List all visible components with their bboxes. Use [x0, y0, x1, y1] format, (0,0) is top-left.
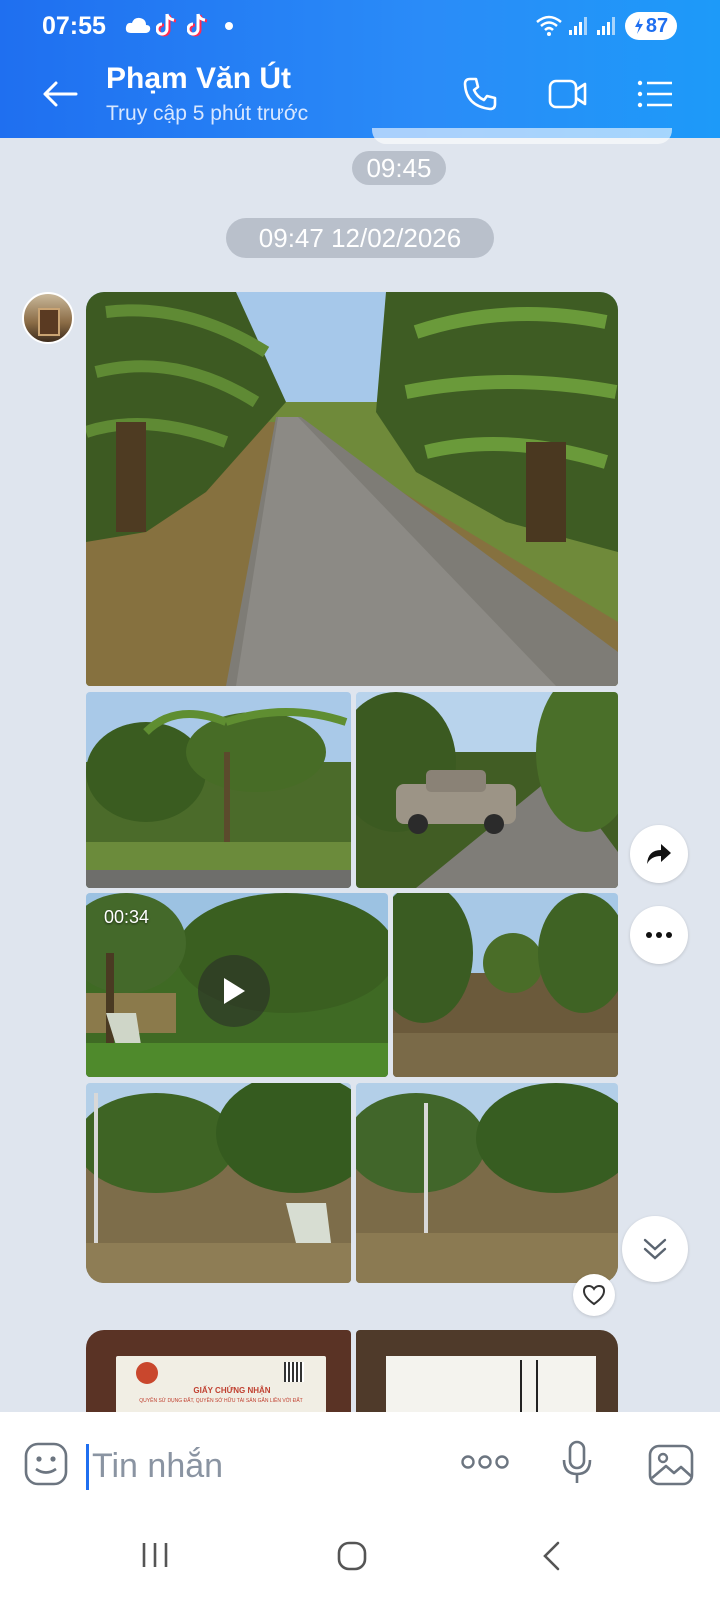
date-chip: 09:47 12/02/2026	[226, 218, 494, 258]
microphone-icon[interactable]	[560, 1440, 594, 1486]
dot-icon	[225, 22, 233, 30]
contact-status: Truy cập 5 phút trước	[106, 102, 309, 125]
signal-icon	[597, 17, 615, 35]
forward-button[interactable]	[630, 825, 688, 883]
more-dots-icon	[646, 932, 672, 938]
message-input[interactable]	[92, 1442, 422, 1490]
play-icon[interactable]	[198, 955, 270, 1027]
photo-orchard-bags[interactable]	[86, 1083, 351, 1283]
home-icon[interactable]	[336, 1540, 368, 1572]
battery-icon: 87	[625, 12, 677, 40]
chat-header: 07:55 87 Phạm Văn Út Truy cập 5 phút trư…	[0, 0, 720, 138]
tiktok-icon	[156, 13, 177, 37]
recent-apps-icon[interactable]	[140, 1540, 170, 1570]
previous-message-edge	[372, 128, 672, 144]
message-composer	[0, 1412, 720, 1516]
avatar[interactable]	[22, 292, 74, 344]
wifi-icon	[536, 15, 562, 36]
gallery-icon[interactable]	[648, 1444, 694, 1486]
contact-name[interactable]: Phạm Văn Út	[106, 62, 291, 96]
certificate-paper: GIẤY CHỨNG NHẬN QUYỀN SỬ DỤNG ĐẤT, QUYỀN…	[116, 1356, 326, 1412]
qr-code-icon	[284, 1362, 304, 1382]
double-chevron-down-icon	[643, 1238, 667, 1260]
photo-orchard-rows[interactable]	[393, 893, 618, 1077]
photo-orchard-field[interactable]	[356, 1083, 618, 1283]
photo-land-certificate[interactable]: GIẤY CHỨNG NHẬN QUYỀN SỬ DỤNG ĐẤT, QUYỀN…	[86, 1330, 351, 1412]
forward-icon	[647, 844, 671, 864]
heart-icon	[582, 1284, 606, 1306]
react-heart-button[interactable]	[573, 1274, 615, 1316]
menu-list-icon[interactable]	[636, 76, 674, 112]
photo-garden[interactable]	[86, 692, 351, 888]
photo-road[interactable]	[86, 292, 618, 686]
text-caret	[86, 1444, 89, 1490]
system-nav-bar	[0, 1516, 720, 1600]
more-options-button[interactable]	[630, 906, 688, 964]
emoji-icon[interactable]	[24, 1442, 68, 1486]
certificate-subtitle: QUYỀN SỬ DỤNG ĐẤT, QUYỀN SỞ HỮU TÀI SẢN …	[139, 1398, 303, 1404]
time-chip: 09:45	[352, 151, 446, 185]
emblem-icon	[136, 1362, 158, 1384]
scroll-down-button[interactable]	[622, 1216, 688, 1282]
status-time: 07:55	[42, 12, 106, 40]
back-arrow-icon[interactable]	[40, 78, 80, 110]
more-icon[interactable]	[460, 1454, 510, 1470]
back-icon[interactable]	[540, 1540, 562, 1572]
video-duration: 00:34	[104, 907, 150, 927]
signal-icon	[569, 17, 587, 35]
certificate-title: GIẤY CHỨNG NHẬN	[193, 1386, 271, 1395]
photo-land-map[interactable]	[356, 1330, 618, 1412]
map-paper	[386, 1356, 596, 1412]
phone-icon[interactable]	[462, 76, 498, 112]
photo-truck[interactable]	[356, 692, 618, 888]
video-orchard[interactable]: 00:34	[86, 893, 388, 1077]
tiktok-icon	[187, 13, 208, 37]
cloud-icon	[125, 17, 151, 33]
status-bar: 07:55 87	[0, 0, 720, 52]
video-call-icon[interactable]	[548, 76, 588, 112]
battery-level: 87	[645, 14, 669, 37]
